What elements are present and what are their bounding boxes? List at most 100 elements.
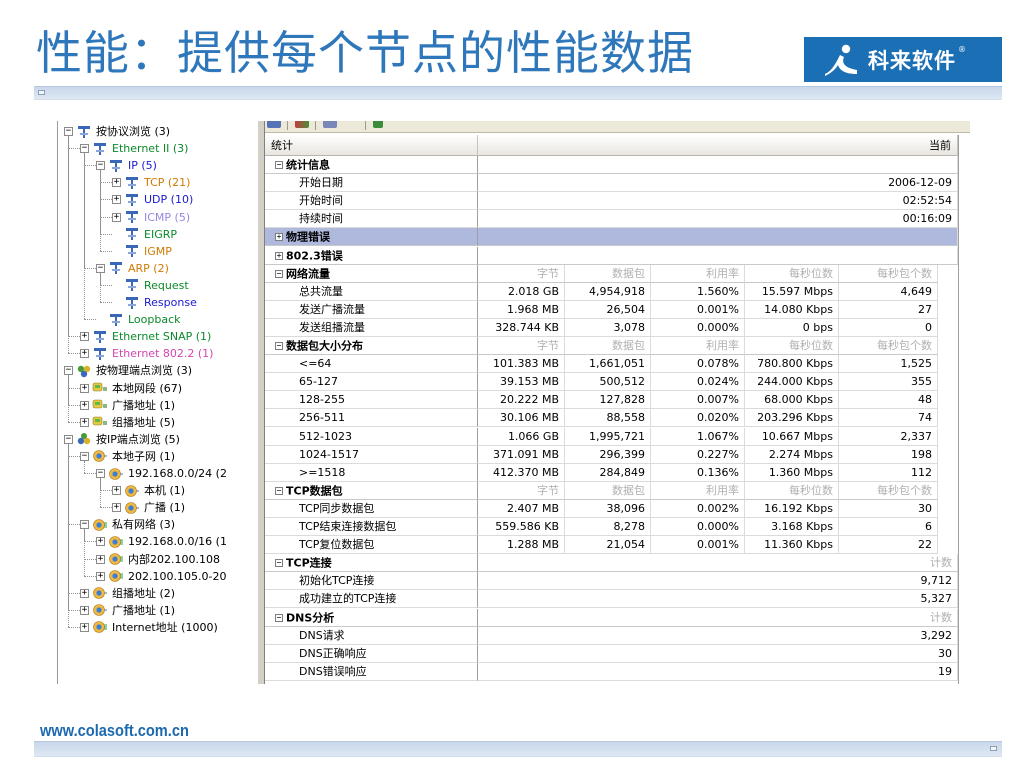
grid-row[interactable]: DNS请求 3,292 — [265, 626, 958, 645]
expand-icon[interactable]: + — [80, 383, 89, 393]
collapse-icon[interactable]: − — [275, 269, 283, 278]
tree-node[interactable]: +202.100.105.0-20 — [96, 568, 226, 585]
tree-node[interactable]: − Ethernet II (3) — [80, 140, 188, 157]
expand-icon[interactable]: + — [96, 554, 105, 564]
collapse-icon[interactable]: − — [275, 161, 283, 169]
collapse-icon[interactable]: − — [80, 520, 89, 530]
grid-section-row[interactable]: + 物理错误 — [265, 228, 958, 247]
grid-row[interactable]: 128-255 20.222 MB 127,828 0.007% 68.000 Kbps… — [265, 391, 958, 410]
grid-row[interactable]: 发送组播流量 328.744 KB 3,078 0.000% 0 bps 0 — [265, 318, 958, 337]
grid-row[interactable]: TCP结束连接数据包 559.586 KB 8,278 0.000% 3.168 Kbp… — [265, 518, 958, 536]
grid-section-row[interactable]: − 网络流量 字节 数据包 利用率 每秒位数 每秒包个数 — [265, 264, 958, 283]
expand-icon[interactable]: + — [80, 417, 89, 427]
collapse-icon[interactable]: − — [64, 127, 73, 136]
grid-row[interactable]: 1024-1517 371.091 MB 296,399 0.227% 2.274 Mb… — [265, 445, 958, 464]
collapse-icon[interactable]: − — [275, 559, 283, 568]
expand-icon[interactable]: + — [96, 571, 105, 581]
tree-node[interactable]: + 广播 (1) — [112, 499, 185, 516]
tree-node[interactable]: + 广播地址 (1) — [80, 602, 175, 619]
grid-row[interactable]: 开始日期 2006-12-09 — [265, 174, 958, 193]
collapse-icon[interactable]: − — [275, 613, 283, 622]
tree-node[interactable]: − 按物理端点浏览 (3) — [64, 362, 192, 379]
column-header-current[interactable]: 当前 — [478, 135, 958, 156]
collapse-icon[interactable]: − — [64, 434, 73, 444]
tree-node[interactable]: − 本地子网 (1) — [80, 448, 175, 465]
collapse-icon[interactable]: − — [80, 144, 89, 154]
grid-row[interactable]: TCP同步数据包 2.407 MB 38,096 0.002% 16.192 Kbps 3… — [265, 499, 958, 518]
collapse-icon[interactable]: − — [96, 469, 105, 478]
expand-icon[interactable]: + — [112, 195, 121, 205]
tree-node[interactable]: +192.168.0.0/16 (1 — [96, 533, 227, 550]
tree-node[interactable]: + Ethernet SNAP (1) — [80, 328, 211, 345]
pane-splitter[interactable] — [257, 121, 265, 684]
tree-node[interactable]: + 本机 (1) — [112, 482, 185, 499]
tree-node[interactable]: Request — [112, 277, 189, 294]
grid-row[interactable]: 65-127 39.153 MB 500,512 0.024% 244.000 Kbps… — [265, 373, 958, 392]
grid-section-row[interactable]: − TCP数据包 字节 数据包 利用率 每秒位数 每秒包个数 — [265, 481, 958, 500]
expand-icon[interactable]: + — [80, 400, 89, 410]
tree-node[interactable]: + Internet地址 (1000) — [80, 619, 218, 636]
tree-node[interactable]: − IP (5) — [96, 157, 157, 174]
expand-icon[interactable]: + — [80, 332, 89, 342]
expand-icon[interactable]: + — [112, 212, 121, 222]
toolbar-view-button[interactable] — [267, 121, 281, 128]
tree-node[interactable]: − 按协议浏览 (3) — [64, 123, 170, 140]
grid-row[interactable]: >=1518 412.370 MB 284,849 0.136% 1.360 Mbps 1… — [265, 463, 958, 482]
grid-row[interactable]: 初始化TCP连接 9,712 — [265, 572, 958, 591]
tree-node[interactable]: + 内部202.100.108 — [96, 551, 220, 568]
grid-row[interactable]: 开始时间 02:52:54 — [265, 192, 958, 211]
expand-icon[interactable]: + — [275, 233, 283, 242]
tree-node[interactable]: + ICMP (5) — [112, 209, 190, 226]
grid-vertical-scrollbar[interactable] — [958, 135, 970, 684]
collapse-icon[interactable]: − — [80, 451, 89, 461]
tree-node[interactable]: − ARP (2) — [96, 260, 169, 277]
toolbar-export-button[interactable] — [373, 121, 383, 128]
tree-node[interactable]: + 组播地址 (2) — [80, 585, 175, 602]
collapse-icon[interactable]: − — [64, 366, 73, 376]
tree-node[interactable]: − 私有网络 (3) — [80, 516, 175, 533]
expand-icon[interactable]: + — [80, 605, 89, 615]
grid-section-row[interactable]: − TCP连接 计数 — [265, 554, 958, 573]
tree-node[interactable]: + 组播地址 (5) — [80, 414, 175, 431]
tree-node[interactable]: + 广播地址 (1) — [80, 397, 175, 414]
expand-icon[interactable]: + — [112, 503, 121, 513]
collapse-icon[interactable]: − — [275, 342, 283, 350]
expand-icon[interactable]: + — [96, 537, 105, 547]
tree-node[interactable]: + Ethernet 802.2 (1) — [80, 345, 213, 362]
grid-section-row[interactable]: − 数据包大小分布 字节 数据包 利用率 每秒位数 每秒包个数 — [265, 337, 958, 355]
expand-icon[interactable]: + — [80, 622, 89, 632]
tree-node[interactable]: IGMP — [112, 243, 172, 260]
toolbar-options-button[interactable] — [323, 121, 337, 128]
grid-section-row[interactable]: − DNS分析 计数 — [265, 608, 958, 627]
grid-row[interactable]: TCP复位数据包 1.288 MB 21,054 0.001% 11.360 Kbps 2… — [265, 536, 958, 555]
grid-row[interactable]: DNS错误响应 19 — [265, 662, 958, 681]
grid-row[interactable]: 发送广播流量 1.968 MB 26,504 0.001% 14.080 Kbps 27 — [265, 300, 958, 319]
grid-row[interactable]: 512-1023 1.066 GB 1,995,721 1.067% 10.667 Mb… — [265, 427, 958, 446]
grid-row[interactable]: DNS正确响应 30 — [265, 644, 958, 663]
grid-section-row[interactable]: +802.3错误 — [265, 246, 958, 265]
grid-row[interactable]: 成功建立的TCP连接 5,327 — [265, 590, 958, 609]
expand-icon[interactable]: + — [112, 178, 121, 188]
tree-node[interactable]: + UDP (10) — [112, 191, 193, 208]
grid-row[interactable]: 持续时间 00:16:09 — [265, 210, 958, 229]
toolbar-filter-button[interactable] — [295, 121, 309, 128]
collapse-icon[interactable]: − — [96, 161, 105, 171]
tree-node[interactable]: − 按IP端点浏览 (5) — [64, 431, 180, 448]
expand-icon[interactable]: + — [80, 588, 89, 598]
tree-node[interactable]: Loopback — [96, 311, 181, 328]
grid-row[interactable]: 总共流量 2.018 GB 4,954,918 1.560% 15.597 Mbps 4,… — [265, 282, 958, 301]
grid-row[interactable]: <=64 101.383 MB 1,661,051 0.078% 780.800 Kbp… — [265, 355, 958, 374]
grid-row[interactable]: 256-511 30.106 MB 88,558 0.020% 203.296 Kbps… — [265, 409, 958, 428]
tree-node[interactable]: + 本地网段 (67) — [80, 380, 182, 397]
expand-icon[interactable]: + — [112, 486, 121, 496]
tree-node[interactable]: Response — [112, 294, 197, 311]
tree-node[interactable]: − 192.168.0.0/24 (2 — [96, 465, 227, 482]
column-header-stats[interactable]: 统计 — [265, 135, 478, 156]
collapse-icon[interactable]: − — [275, 486, 283, 495]
tree-node[interactable]: + TCP (21) — [112, 174, 190, 191]
footer-url[interactable]: www.colasoft.com.cn — [40, 721, 189, 741]
grid-section-row[interactable]: − 统计信息 — [265, 156, 958, 174]
expand-icon[interactable]: + — [80, 349, 89, 359]
expand-icon[interactable]: + — [275, 251, 283, 260]
tree-node[interactable]: EIGRP — [112, 226, 177, 243]
